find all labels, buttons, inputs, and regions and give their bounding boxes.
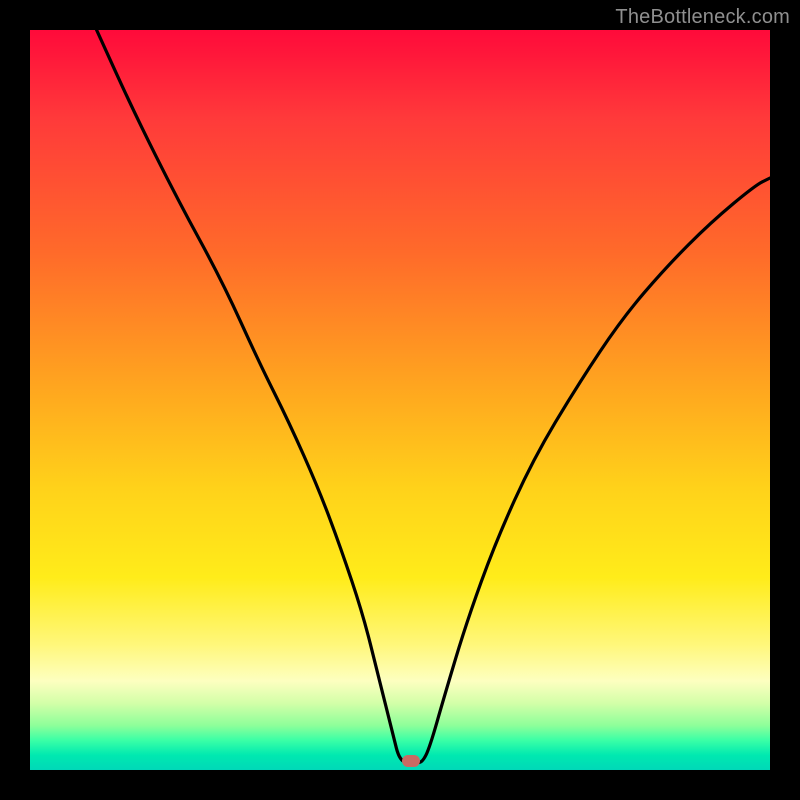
optimum-marker: [402, 755, 420, 767]
plot-area: [30, 30, 770, 770]
bottleneck-curve: [30, 30, 770, 770]
watermark-text: TheBottleneck.com: [615, 6, 790, 29]
chart-stage: TheBottleneck.com: [0, 0, 800, 800]
